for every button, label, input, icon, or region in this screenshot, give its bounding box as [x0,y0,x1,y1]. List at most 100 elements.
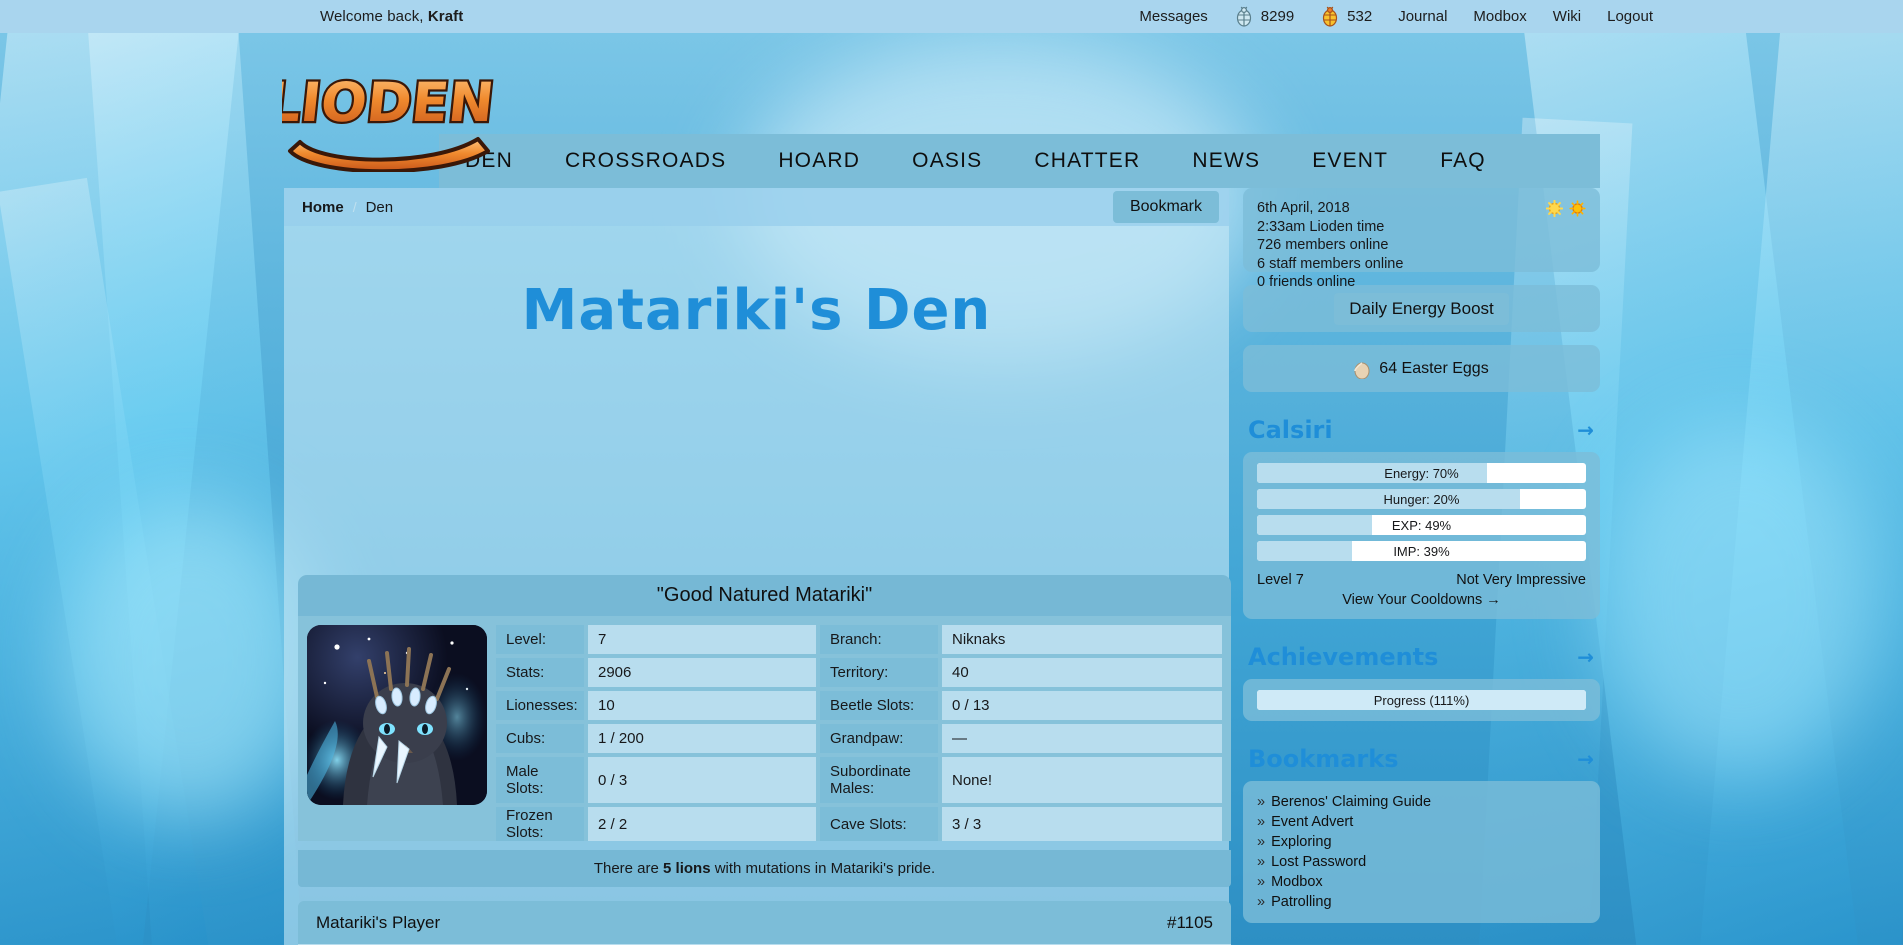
nav-item-event[interactable]: EVENT [1286,149,1414,173]
nav-item-faq[interactable]: FAQ [1414,149,1512,173]
hunger-bar: Hunger: 20% [1257,489,1586,509]
status-date: 6th April, 2018 [1257,200,1350,216]
stat-value-level: 7 [588,625,816,654]
page-frame: LIODEN DEN CROSSROADS HOARD OASIS CHATTE… [261,33,1600,945]
stat-value-cave-slots: 3 / 3 [942,807,1222,841]
stat-value-lionesses: 10 [588,691,816,720]
stat-label-territory: Territory: [820,658,938,687]
stat-label-subordinate-males: Subordinate Males: [820,757,938,803]
list-item[interactable]: » Modbox [1257,872,1586,892]
list-item[interactable]: » Berenos' Claiming Guide [1257,792,1586,812]
silver-beetle-icon [1236,6,1251,27]
lion-name: Calsiri [1248,416,1333,444]
bookmark-item-label: Patrolling [1271,894,1332,910]
page-title: Matariki's Den [521,278,992,343]
chevron-right-icon: » [1257,854,1266,870]
player-id: #1105 [1166,912,1213,932]
nav-item-crossroads[interactable]: CROSSROADS [539,149,752,173]
silver-beetle-currency[interactable]: 8299 [1234,6,1294,27]
nav-item-chatter[interactable]: CHATTER [1008,149,1166,173]
lioden-logo-icon: LIODEN [261,69,499,174]
arrow-right-icon[interactable]: → [1577,645,1594,669]
sidebar: 6th April, 2018 2:33am Lioden time 726 m… [1243,188,1600,945]
lioden-logo[interactable]: LIODEN [261,47,499,174]
chevron-right-icon: » [1257,794,1266,810]
welcome-username: Kraft [427,8,464,25]
breadcrumb-den[interactable]: Den [366,199,394,216]
easter-eggs-label: 64 Easter Eggs [1379,359,1489,377]
chevron-right-icon: » [1257,894,1266,910]
gold-beetle-currency[interactable]: 532 [1320,6,1372,27]
bookmarks-panel: » Berenos' Claiming Guide » Event Advert »… [1243,781,1600,923]
gold-beetle-count: 532 [1347,8,1373,25]
stat-label-branch: Branch: [820,625,938,654]
welcome-message: Welcome back, Kraft [320,8,463,25]
bookmark-item-label: Berenos' Claiming Guide [1271,794,1432,810]
journal-link[interactable]: Journal [1398,8,1447,25]
nav-item-news[interactable]: NEWS [1166,149,1286,173]
sun-icon [1569,200,1586,217]
lion-impression: Not Very Impressive [1456,572,1586,588]
stat-value-frozen-slots: 2 / 2 [588,807,816,841]
exp-bar-fill [1257,515,1373,535]
mutations-count: 5 lions [663,860,711,877]
achievements-panel: Progress (111%) [1243,679,1600,721]
stat-value-territory: 40 [942,658,1222,687]
chevron-right-icon: » [1257,874,1266,890]
main-content: Home / Den Bookmark Matariki's Den "Good… [284,188,1231,945]
stat-value-subordinate-males: None! [942,757,1222,803]
easter-eggs-link[interactable]: 64 Easter Eggs [1354,359,1489,379]
daily-energy-boost-panel: Daily Energy Boost [1243,285,1600,332]
table-row: Stats: 2906 Territory: 40 [496,658,1222,687]
stat-label-lionesses: Lionesses: [496,691,584,720]
stat-label-cave-slots: Cave Slots: [820,807,938,841]
list-item[interactable]: » Event Advert [1257,812,1586,832]
table-row: Level: 7 Branch: Niknaks [496,625,1222,654]
stat-label-stats: Stats: [496,658,584,687]
nav-item-hoard[interactable]: HOARD [752,149,886,173]
imp-bar-label: IMP: 39% [1393,543,1450,559]
hunger-bar-label: Hunger: 20% [1383,491,1460,507]
bookmark-item-label: Event Advert [1271,814,1354,830]
bookmark-item-label: Lost Password [1271,854,1367,870]
lion-card-title: "Good Natured Matariki" [298,575,1231,616]
messages-link[interactable]: Messages [1139,8,1207,25]
bookmarks-list: » Berenos' Claiming Guide » Event Advert »… [1257,792,1586,912]
stat-label-cubs: Cubs: [496,724,584,753]
site-banner: LIODEN DEN CROSSROADS HOARD OASIS CHATTE… [261,33,1600,188]
nav-item-oasis[interactable]: OASIS [886,149,1008,173]
top-bar-links: Messages 8299 532 Journal Modbox Wiki Lo… [1139,6,1653,27]
view-cooldowns-link[interactable]: View Your Cooldowns → [1257,592,1586,608]
energy-bar-label: Energy: 70% [1384,465,1459,481]
bookmarks-heading: Bookmarks → [1248,745,1600,773]
list-item[interactable]: » Patrolling [1257,892,1586,912]
stat-label-frozen-slots: Frozen Slots: [496,807,584,841]
list-item[interactable]: » Exploring [1257,832,1586,852]
modbox-link[interactable]: Modbox [1473,8,1526,25]
list-item[interactable]: » Lost Password [1257,852,1586,872]
lion-info-card: "Good Natured Matariki" Level: 7 Branch:… [298,575,1231,887]
arrow-right-icon[interactable]: → [1577,418,1594,442]
sun-icon [1546,200,1563,217]
decorative-glow [1600,420,1880,780]
status-panel: 6th April, 2018 2:33am Lioden time 726 m… [1243,188,1600,290]
logout-link[interactable]: Logout [1607,8,1653,25]
stat-label-level: Level: [496,625,584,654]
stat-value-cubs: 1 / 200 [588,724,816,753]
lion-portrait[interactable] [307,625,487,805]
status-members-online: 726 members online [1257,237,1389,253]
wiki-link[interactable]: Wiki [1553,8,1581,25]
decorative-glow [60,500,320,820]
bookmark-button[interactable]: Bookmark [1112,191,1219,223]
table-row: Cubs: 1 / 200 Grandpaw: — [496,724,1222,753]
stat-label-beetle-slots: Beetle Slots: [820,691,938,720]
stat-value-grandpaw: — [942,724,1222,753]
top-navigation-bar: Welcome back, Kraft Messages 8299 532 Jo… [0,0,1903,33]
exp-bar: EXP: 49% [1257,515,1586,535]
breadcrumb-home[interactable]: Home [302,199,344,216]
mutations-note: There are 5 lions with mutations in Mata… [298,850,1231,887]
arrow-right-icon[interactable]: → [1577,747,1594,771]
chevron-right-icon: » [1257,814,1266,830]
stat-value-male-slots: 0 / 3 [588,757,816,803]
daily-energy-boost-button[interactable]: Daily Energy Boost [1334,292,1509,325]
